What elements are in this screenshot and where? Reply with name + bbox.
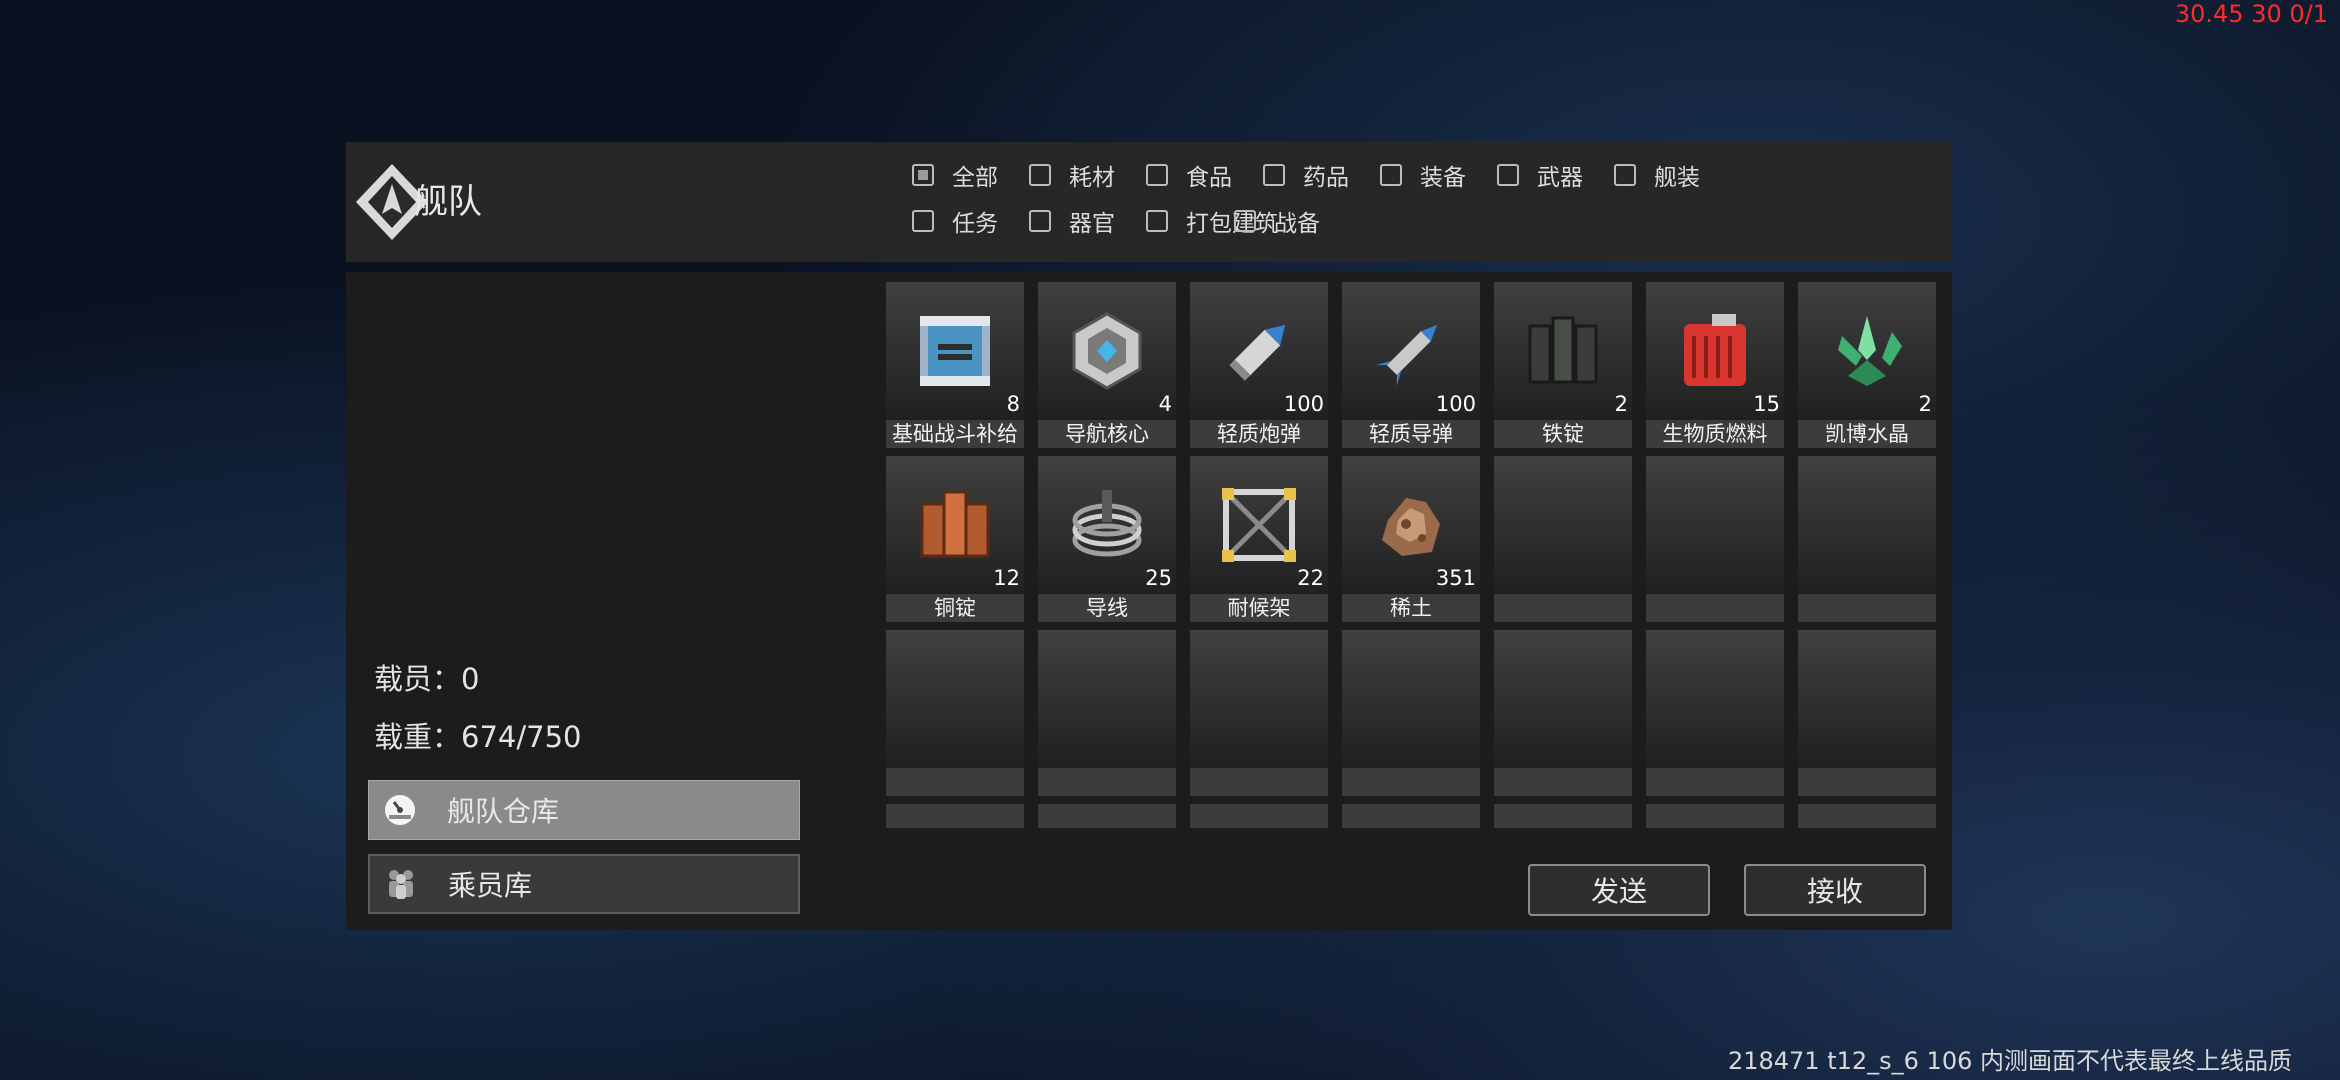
empty-slot[interactable] — [1798, 804, 1936, 828]
item-name: 轻质炮弹 — [1190, 420, 1328, 448]
inventory-slot[interactable]: 4 导航核心 — [1038, 282, 1176, 448]
inventory-slot[interactable]: 22 耐候架 — [1190, 456, 1328, 622]
fleet-info-panel: 载员：0 载重：674/750 舰队仓库 乘员库 — [346, 272, 876, 930]
receive-button[interactable]: 接收 — [1744, 864, 1926, 916]
checkbox-icon — [1146, 164, 1168, 186]
checkbox-icon — [1234, 210, 1256, 232]
empty-slot[interactable] — [1798, 456, 1936, 622]
empty-slot[interactable] — [1494, 804, 1632, 828]
filter-consumables[interactable]: 耗材 — [1029, 158, 1115, 192]
copper-ingot-icon — [920, 490, 990, 558]
gauge-icon — [385, 795, 415, 825]
crystal-icon — [1838, 316, 1902, 386]
supply-crate-icon — [920, 316, 990, 386]
checkbox-icon — [1029, 210, 1051, 232]
window-header: 舰队 全部 耗材 食品 药品 装备 武器 舰装 任务 器官 打包建筑 战备 — [346, 142, 1952, 262]
frame-icon — [1222, 488, 1296, 562]
filter-food[interactable]: 食品 — [1146, 158, 1232, 192]
window-body: 载员：0 载重：674/750 舰队仓库 乘员库 8 基础战斗补给 4 导航核心… — [346, 272, 1952, 930]
build-watermark: 218471 t12_s_6 106 内测画面不代表最终上线品质 — [1727, 1047, 2292, 1075]
fps-counter: 30.45 30 0/1 — [2174, 0, 2328, 28]
page-title: 舰队 — [414, 182, 482, 222]
item-name: 铜锭 — [886, 594, 1024, 622]
item-name: 生物质燃料 — [1646, 420, 1784, 448]
item-name: 基础战斗补给 — [886, 420, 1024, 448]
inventory-slot[interactable]: 2 凯博水晶 — [1798, 282, 1936, 448]
inventory-slot[interactable]: 15 生物质燃料 — [1646, 282, 1784, 448]
checkbox-icon — [912, 210, 934, 232]
inventory-slot[interactable]: 8 基础战斗补给 — [886, 282, 1024, 448]
iron-ingot-icon — [1528, 316, 1598, 384]
item-name: 耐候架 — [1190, 594, 1328, 622]
rare-earth-icon — [1382, 498, 1440, 556]
item-name: 凯博水晶 — [1798, 420, 1936, 448]
shell-icon — [1229, 324, 1286, 381]
fuel-can-icon — [1684, 314, 1746, 386]
filter-equipment[interactable]: 装备 — [1380, 158, 1466, 192]
missile-icon — [1375, 324, 1438, 387]
inventory-slot[interactable]: 100 轻质炮弹 — [1190, 282, 1328, 448]
inventory-grid: 8 基础战斗补给 4 导航核心 100 轻质炮弹 100 轻质导弹 2 铁锭 1… — [886, 282, 1946, 842]
fleet-window: 舰队 全部 耗材 食品 药品 装备 武器 舰装 任务 器官 打包建筑 战备 载员… — [346, 142, 1952, 930]
crew-storage-tab[interactable]: 乘员库 — [368, 854, 800, 914]
empty-slot[interactable] — [1494, 456, 1632, 622]
filter-medicine[interactable]: 药品 — [1263, 158, 1349, 192]
load-capacity: 载重：674/750 — [374, 720, 582, 754]
wire-coil-icon — [1072, 490, 1142, 557]
filter-war-supplies[interactable]: 战备 — [1234, 204, 1320, 238]
empty-slot[interactable] — [886, 630, 1024, 796]
checkbox-icon — [912, 164, 934, 186]
crew-count: 载员：0 — [374, 662, 480, 696]
fleet-warehouse-tab[interactable]: 舰队仓库 — [368, 780, 800, 840]
empty-slot[interactable] — [1342, 804, 1480, 828]
checkbox-icon — [1263, 164, 1285, 186]
inventory-slot[interactable]: 351 稀土 — [1342, 456, 1480, 622]
empty-slot[interactable] — [1798, 630, 1936, 796]
nav-core-icon — [1072, 312, 1142, 390]
filter-weapons[interactable]: 武器 — [1497, 158, 1583, 192]
empty-slot[interactable] — [886, 804, 1024, 828]
empty-slot[interactable] — [1038, 804, 1176, 828]
filter-quest[interactable]: 任务 — [912, 204, 998, 238]
item-name: 稀土 — [1342, 594, 1480, 622]
checkbox-icon — [1029, 164, 1051, 186]
filter-organs[interactable]: 器官 — [1029, 204, 1115, 238]
empty-slot[interactable] — [1190, 804, 1328, 828]
empty-slot[interactable] — [1646, 804, 1784, 828]
empty-slot[interactable] — [1038, 630, 1176, 796]
checkbox-icon — [1614, 164, 1636, 186]
send-button[interactable]: 发送 — [1528, 864, 1710, 916]
people-icon — [389, 870, 413, 899]
inventory-slot[interactable]: 12 铜锭 — [886, 456, 1024, 622]
empty-slot[interactable] — [1646, 630, 1784, 796]
item-name: 导线 — [1038, 594, 1176, 622]
item-name: 铁锭 — [1494, 420, 1632, 448]
checkbox-icon — [1380, 164, 1402, 186]
inventory-slot[interactable]: 2 铁锭 — [1494, 282, 1632, 448]
empty-slot[interactable] — [1494, 630, 1632, 796]
inventory-slot[interactable]: 100 轻质导弹 — [1342, 282, 1480, 448]
filter-all[interactable]: 全部 — [912, 158, 998, 192]
item-name: 导航核心 — [1038, 420, 1176, 448]
empty-slot[interactable] — [1190, 630, 1328, 796]
filter-ship-equipment[interactable]: 舰装 — [1614, 158, 1700, 192]
item-name: 轻质导弹 — [1342, 420, 1480, 448]
category-filters: 全部 耗材 食品 药品 装备 武器 舰装 任务 器官 打包建筑 战备 — [912, 156, 1912, 256]
checkbox-icon — [1146, 210, 1168, 232]
empty-slot[interactable] — [1646, 456, 1784, 622]
empty-slot[interactable] — [1342, 630, 1480, 796]
checkbox-icon — [1497, 164, 1519, 186]
inventory-slot[interactable]: 25 导线 — [1038, 456, 1176, 622]
